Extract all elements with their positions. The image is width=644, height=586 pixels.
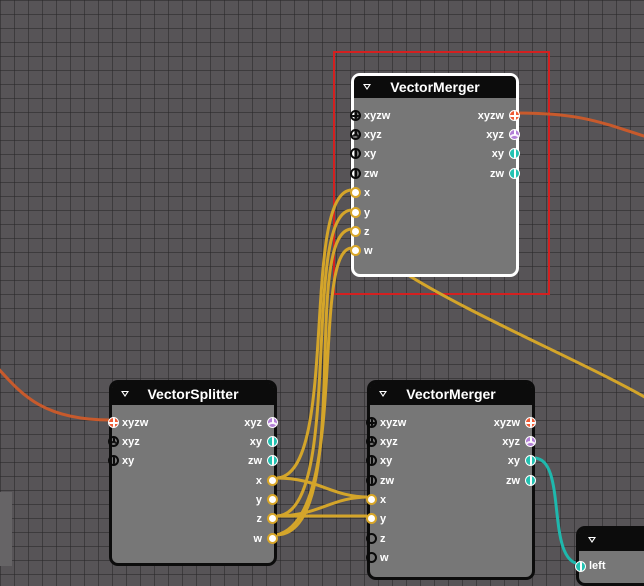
output-label-zw: zw (505, 475, 520, 487)
output-port-x[interactable] (267, 475, 278, 486)
node-header[interactable]: VectorMerger (370, 383, 532, 405)
input-label-x: x (364, 187, 371, 199)
output-label-xyzw: xyzw (493, 417, 520, 429)
input-port-xy[interactable] (350, 148, 361, 159)
output-label-xy: xy (491, 148, 504, 160)
output-port-xyz[interactable] (525, 436, 536, 447)
output-port-w[interactable] (267, 533, 278, 544)
output-port-xy[interactable] (509, 148, 520, 159)
input-port-xy[interactable] (366, 455, 377, 466)
output-port-xyzw[interactable] (509, 110, 520, 121)
input-label-zw: zw (364, 168, 379, 180)
output-label-zw: zw (489, 168, 504, 180)
input-port-w[interactable] (366, 552, 377, 563)
input-label-xy: xy (380, 455, 393, 467)
collapse-triangle-icon[interactable] (363, 84, 371, 90)
output-label-xyz: xyz (486, 129, 504, 141)
output-label-x: x (255, 475, 262, 487)
node-header[interactable]: VectorMerger (354, 76, 516, 98)
wire-splitter-z-to-bottom-x[interactable] (275, 495, 370, 518)
collapse-triangle-icon[interactable] (121, 391, 129, 397)
wire-splitter-x-to-bottom-x[interactable] (275, 476, 370, 499)
output-port-xy[interactable] (267, 436, 278, 447)
collapse-triangle-icon[interactable] (588, 537, 596, 543)
collapse-triangle-icon[interactable] (379, 391, 387, 397)
input-label-xyzw: xyzw (380, 417, 407, 429)
input-label-zw: zw (380, 475, 395, 487)
input-port-y[interactable] (366, 513, 377, 524)
input-label-y: y (380, 513, 387, 525)
wire-bottom-xy-to-partial-left[interactable] (533, 456, 581, 566)
input-label-xy: xy (122, 455, 135, 467)
output-label-z: z (256, 513, 263, 525)
left-panel-edge (0, 492, 12, 566)
input-port-y[interactable] (350, 207, 361, 218)
input-label-left: left (589, 560, 606, 572)
input-port-xyz[interactable] (350, 129, 361, 140)
output-port-zw[interactable] (509, 168, 520, 179)
node-title: VectorMerger (406, 386, 496, 402)
input-port-xyz[interactable] (108, 436, 119, 447)
output-label-xy: xy (507, 455, 520, 467)
input-label-xyzw: xyzw (364, 110, 391, 122)
node-header[interactable] (579, 529, 644, 551)
input-port-xyzw[interactable] (350, 110, 361, 121)
input-label-xyz: xyz (364, 129, 382, 141)
output-label-w: w (253, 533, 262, 545)
input-label-x: x (380, 494, 387, 506)
output-port-xyz[interactable] (509, 129, 520, 140)
input-label-y: y (364, 207, 371, 219)
input-port-zw[interactable] (366, 475, 377, 486)
input-port-x[interactable] (366, 494, 377, 505)
input-port-xyzw[interactable] (366, 417, 377, 428)
input-label-xyz: xyz (380, 436, 398, 448)
input-port-xyz[interactable] (366, 436, 377, 447)
node-title: VectorMerger (390, 79, 480, 95)
vector-merger-node-top[interactable]: VectorMerger xyzw xyz xy zw x y z w xyzw… (350, 73, 520, 277)
output-port-z[interactable] (267, 513, 278, 524)
output-label-zw: zw (247, 455, 262, 467)
vector-splitter-node[interactable]: VectorSplitter xyzw xyz xy xyz xy zw x y… (108, 380, 278, 566)
node-title: VectorSplitter (147, 386, 239, 402)
output-port-xyz[interactable] (267, 417, 278, 428)
input-port-xy[interactable] (108, 455, 119, 466)
input-port-x[interactable] (350, 187, 361, 198)
input-port-z[interactable] (366, 533, 377, 544)
input-port-w[interactable] (350, 245, 361, 256)
input-label-z: z (364, 226, 370, 238)
output-port-y[interactable] (267, 494, 278, 505)
output-label-xy: xy (249, 436, 262, 448)
input-label-xy: xy (364, 148, 377, 160)
input-port-left[interactable] (575, 561, 586, 572)
output-port-zw[interactable] (525, 475, 536, 486)
node-header[interactable]: VectorSplitter (112, 383, 274, 405)
vector-merger-node-bottom[interactable]: VectorMerger xyzw xyz xy zw x y z w xyzw… (366, 380, 536, 580)
partial-node-bottom-right[interactable]: left (575, 526, 644, 586)
input-port-z[interactable] (350, 226, 361, 237)
output-label-xyzw: xyzw (477, 110, 504, 122)
output-label-y: y (255, 494, 262, 506)
input-port-zw[interactable] (350, 168, 361, 179)
input-label-xyz: xyz (122, 436, 140, 448)
input-label-w: w (380, 552, 389, 564)
input-label-z: z (380, 533, 386, 545)
input-label-xyzw: xyzw (122, 417, 149, 429)
output-label-xyz: xyz (502, 436, 520, 448)
input-port-xyzw[interactable] (108, 417, 119, 428)
wire-external-to-splitter-xyzw[interactable] (0, 365, 111, 422)
input-label-w: w (364, 245, 373, 257)
output-label-xyz: xyz (244, 417, 262, 429)
output-port-zw[interactable] (267, 455, 278, 466)
output-port-xy[interactable] (525, 455, 536, 466)
output-port-xyzw[interactable] (525, 417, 536, 428)
